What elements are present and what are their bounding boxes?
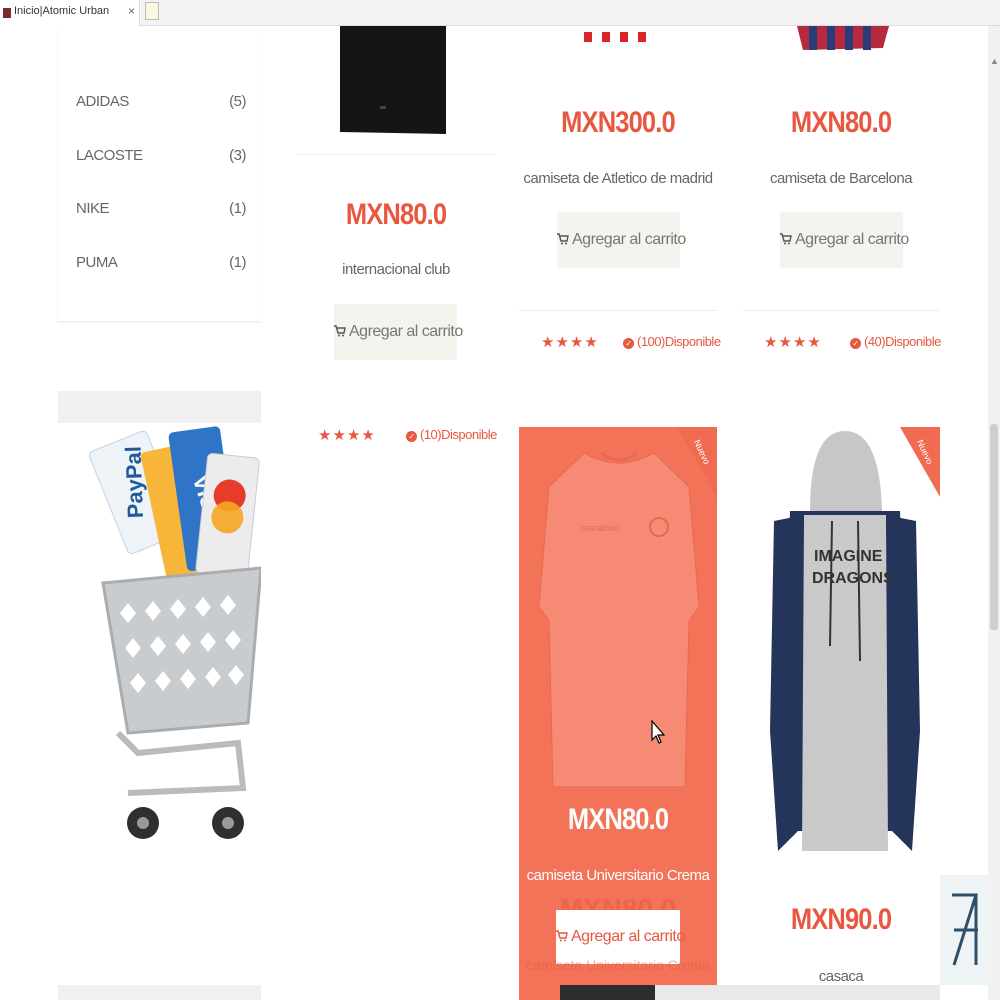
product-image-universitario-jersey[interactable]: marathon (538, 447, 700, 797)
divider (296, 154, 496, 155)
brand-name: ADIDAS (76, 93, 129, 110)
divider (519, 310, 717, 311)
tab-title: Inicio|Atomic Urban (14, 5, 110, 17)
brand-count: (3) (229, 147, 246, 164)
brand-filter-nike[interactable]: NIKE (1) (76, 200, 246, 222)
add-to-cart-label: Agregar al carrito (349, 323, 463, 340)
new-badge: Nuevo (677, 427, 717, 497)
brand-count: (5) (229, 93, 246, 110)
product-card-casaca[interactable]: IMAGINE DRAGONS Nuevo MXN90.0 casaca (742, 427, 940, 1000)
promo-header (58, 391, 261, 423)
stock-text: (100)Disponible (637, 334, 721, 349)
payment-cart-image: PayPal VISA (58, 423, 263, 863)
page-scrollbar[interactable]: ▲ (988, 26, 1000, 1000)
product-card-internacional[interactable]: MXN80.0 internacional club Agregar al ca… (296, 26, 497, 466)
new-badge: Nuevo (900, 427, 940, 497)
add-to-cart-label: Agregar al carrito (795, 231, 909, 248)
divider (742, 310, 940, 311)
product-name[interactable]: casaca (742, 968, 940, 985)
add-to-cart-button[interactable]: Agregar al carrito (556, 910, 685, 964)
check-circle-icon: ✓ (406, 431, 417, 442)
product-name[interactable]: internacional club (296, 261, 496, 278)
cart-icon (557, 233, 569, 245)
product-name[interactable]: camiseta de Atletico de madrid (519, 170, 717, 187)
product-image-barcelona-jersey[interactable] (797, 26, 889, 52)
close-icon[interactable]: × (128, 4, 135, 18)
add-to-cart-button[interactable]: Agregar al carrito (557, 212, 686, 268)
brand-name: PUMA (76, 254, 118, 271)
brand-name: LACOSTE (76, 147, 143, 164)
browser-tab[interactable]: Inicio|Atomic Urban × (0, 0, 140, 26)
new-tab-button[interactable] (145, 2, 159, 20)
hoodie-print-line2: DRAGONS (812, 570, 894, 587)
brand-count: (1) (229, 254, 246, 271)
rating-stars: ★★★★ (318, 427, 376, 444)
add-to-cart-button[interactable]: Agregar al carrito (334, 304, 463, 360)
mouse-cursor-icon (651, 719, 666, 744)
product-price: MXN300.0 (561, 106, 676, 139)
product-image-atletico-jersey[interactable] (574, 26, 664, 46)
product-price: MXN80.0 (567, 803, 669, 836)
stock-text: (10)Disponible (420, 427, 497, 442)
check-circle-icon: ✓ (623, 338, 634, 349)
brand-filter-adidas[interactable]: ADIDAS (5) (76, 93, 246, 115)
stock-status: ✓ (100)Disponible (623, 334, 721, 349)
promo-footer (58, 985, 261, 1000)
scroll-thumb[interactable] (990, 424, 998, 630)
browser-tab-bar: Inicio|Atomic Urban × (0, 0, 1000, 26)
product-name[interactable]: camiseta Universitario Crema (519, 867, 717, 884)
product-price: MXN80.0 (345, 198, 447, 231)
product-card-universitario[interactable]: marathon Nuevo MXN80.0 camiseta Universi… (519, 427, 717, 1000)
brand-count: (1) (229, 200, 246, 217)
brand-filter-panel: ADIDAS (5) LACOSTE (3) NIKE (1) PUMA (1) (58, 30, 261, 322)
scroll-up-icon[interactable]: ▲ (990, 56, 999, 66)
add-to-cart-button[interactable]: Agregar al carrito (780, 212, 909, 268)
brand-name: NIKE (76, 200, 110, 217)
product-image-shorts[interactable] (336, 26, 448, 136)
favicon-icon (3, 8, 11, 18)
hoodie-print-line1: IMAGINE (814, 548, 883, 565)
brand-filter-puma[interactable]: PUMA (1) (76, 254, 246, 276)
stock-status: ✓ (10)Disponible (406, 427, 497, 442)
stock-text: (40)Disponible (864, 334, 941, 349)
brand-filter-lacoste[interactable]: LACOSTE (3) (76, 147, 246, 169)
rating-stars: ★★★★ (764, 334, 822, 351)
product-price: MXN80.0 (790, 106, 892, 139)
video-overlay-dark (560, 985, 655, 1000)
check-circle-icon: ✓ (850, 338, 861, 349)
brand-logo[interactable] (940, 875, 988, 985)
product-card-barcelona[interactable]: MXN80.0 camiseta de Barcelona Agregar al… (742, 26, 941, 374)
page: Inicio|Atomic Urban × ▲ ADIDAS (5) LACOS… (0, 0, 1000, 1000)
cart-icon (334, 325, 346, 337)
rating-stars: ★★★★ (541, 334, 599, 351)
product-name[interactable]: camiseta de Barcelona (742, 170, 940, 187)
stock-status: ✓ (40)Disponible (850, 334, 941, 349)
ghost-name: camiseta Universitario Crema (526, 957, 710, 973)
video-overlay-bar (560, 985, 940, 1000)
add-to-cart-label: Agregar al carrito (572, 231, 686, 248)
product-image-hoodie[interactable]: IMAGINE DRAGONS (770, 431, 920, 861)
product-card-atletico[interactable]: MXN300.0 camiseta de Atletico de madrid … (519, 26, 721, 374)
cart-icon (556, 930, 568, 942)
product-price: MXN90.0 (790, 903, 892, 936)
add-to-cart-label: Agregar al carrito (571, 928, 685, 945)
svg-text:marathon: marathon (581, 523, 619, 533)
cart-icon (780, 233, 792, 245)
